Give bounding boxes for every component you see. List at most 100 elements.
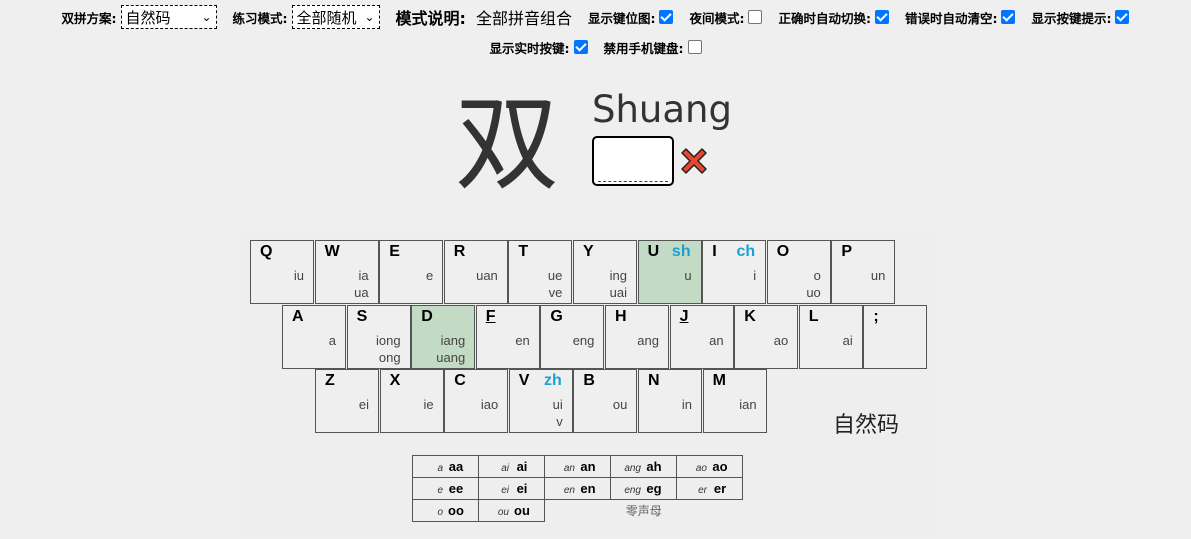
- zero-initial-keys: ei: [516, 481, 528, 496]
- key-finals: ai: [843, 332, 853, 349]
- key-finals: iao: [481, 396, 498, 413]
- key-final: uo: [806, 285, 821, 300]
- key-final: an: [709, 333, 724, 348]
- key-final: o: [813, 268, 821, 283]
- zero-initial-final: o: [437, 507, 443, 518]
- setting-label: 显示键位图:: [587, 10, 656, 26]
- key-finals: eng: [573, 332, 595, 349]
- key-letter: Q: [260, 243, 273, 260]
- key-letter: F: [485, 308, 496, 325]
- chevron-down-icon: ⌄: [201, 10, 212, 24]
- key-final: e: [425, 268, 434, 283]
- practice-mode-option: 练习模式: 全部随机 ⌄: [233, 5, 380, 29]
- setting-checkbox[interactable]: [687, 40, 702, 54]
- key-letter: T: [518, 243, 529, 260]
- key-letter: A: [292, 308, 304, 325]
- zero-initial-final: en: [563, 485, 575, 496]
- zero-initial-row: e ee ei ei en en eng eg er er: [412, 477, 743, 500]
- zero-initial-keys: ee: [448, 481, 464, 496]
- setting-checkbox[interactable]: [1001, 10, 1016, 24]
- zero-initial-final: ei: [501, 485, 509, 496]
- settings-panel: 双拼方案: 自然码 ⌄ 练习模式: 全部随机 ⌄ 模式说明: 全部拼音组合 显示…: [0, 0, 1191, 60]
- keyboard-scheme-name: 自然码: [833, 413, 900, 438]
- setting-checkbox[interactable]: [1115, 10, 1130, 24]
- key-letter: Y: [583, 243, 594, 260]
- chevron-down-icon: ⌄: [364, 10, 375, 24]
- mode-description: 模式说明: 全部拼音组合: [396, 5, 572, 29]
- setting-option: 显示按键提示:: [1031, 8, 1130, 27]
- zero-initial-label: 零声母: [625, 504, 662, 519]
- setting-label: 夜间模式:: [689, 10, 745, 26]
- key-letter: S: [356, 308, 368, 325]
- key-c: Ciao: [444, 369, 509, 433]
- key-q: Qiu: [250, 240, 314, 304]
- key-semicolon: ;: [863, 305, 928, 369]
- setting-option: 错误时自动清空:: [905, 8, 1016, 27]
- zero-initial-cell: a aa: [412, 455, 479, 478]
- key-finals: uan: [476, 267, 498, 284]
- answer-input[interactable]: [592, 136, 674, 186]
- zero-initial-final: e: [437, 485, 443, 496]
- key-r: Ruan: [443, 240, 508, 304]
- setting-option: 夜间模式:: [689, 8, 763, 27]
- setting-checkbox[interactable]: [874, 10, 889, 24]
- key-shengmu: zh: [544, 372, 562, 389]
- practice-mode-select-value: 全部随机: [296, 8, 357, 27]
- key-finals: a: [329, 332, 336, 349]
- key-final: ue: [547, 268, 563, 283]
- key-p: Pun: [831, 240, 896, 304]
- zero-initial-final: an: [563, 463, 575, 474]
- setting-checkbox[interactable]: [748, 10, 763, 24]
- key-letter: R: [453, 243, 466, 260]
- key-a: Aa: [282, 305, 346, 369]
- key-m: Mian: [702, 369, 767, 433]
- key-final: iu: [293, 268, 304, 283]
- key-letter: H: [615, 308, 627, 325]
- settings-row-1: 双拼方案: 自然码 ⌄ 练习模式: 全部随机 ⌄ 模式说明: 全部拼音组合 显示…: [0, 0, 1191, 34]
- scheme-option: 双拼方案: 自然码 ⌄: [62, 5, 217, 29]
- key-final: in: [681, 397, 692, 412]
- key-h: Hang: [605, 305, 669, 369]
- zero-initial-cell: ou ou: [478, 499, 545, 522]
- scheme-select-value: 自然码: [125, 8, 171, 27]
- key-final: ia: [358, 268, 369, 283]
- key-finals: ei: [359, 396, 369, 413]
- key-final: ing: [609, 268, 627, 283]
- key-finals: iang uang: [436, 332, 465, 366]
- setting-option: 显示键位图:: [588, 8, 674, 27]
- key-k: Kao: [734, 305, 799, 369]
- zero-initial-keys: an: [580, 459, 596, 474]
- zero-initial-keys: eg: [646, 481, 662, 496]
- zero-initial-keys: ou: [514, 503, 530, 518]
- scheme-select[interactable]: 自然码 ⌄: [120, 5, 217, 29]
- key-final: i: [753, 268, 757, 283]
- key-letter: L: [808, 308, 819, 325]
- key-final: ian: [739, 397, 757, 412]
- key-e: Ee: [379, 240, 444, 304]
- target-pinyin: Shuang: [592, 88, 732, 131]
- key-finals: ing uai: [610, 267, 627, 301]
- key-n: Nin: [638, 369, 702, 433]
- key-letter: X: [389, 372, 401, 389]
- setting-checkbox[interactable]: [573, 40, 588, 54]
- zero-initial-final: ao: [695, 463, 707, 474]
- key-final: u: [684, 268, 692, 283]
- key-final: v: [556, 414, 563, 429]
- zero-initial-table: a aa ai ai an an ang ah ao ao e ee ei ei en en eng eg er er…: [412, 455, 743, 522]
- zero-initial-keys: oo: [448, 503, 464, 518]
- key-final: ve: [548, 285, 563, 300]
- key-final: iong: [376, 333, 401, 348]
- key-letter: G: [550, 308, 563, 325]
- key-final: ua: [354, 285, 369, 300]
- setting-checkbox[interactable]: [659, 10, 674, 24]
- setting-label: 显示按键提示:: [1031, 10, 1112, 26]
- zero-initial-keys: ah: [646, 459, 662, 474]
- zero-initial-cell: ang ah: [610, 455, 677, 478]
- key-letter: N: [648, 372, 660, 389]
- practice-mode-select[interactable]: 全部随机 ⌄: [291, 5, 380, 29]
- setting-label: 错误时自动清空:: [904, 10, 998, 26]
- key-finals: i: [753, 267, 756, 284]
- key-x: Xie: [379, 369, 444, 433]
- key-final: uan: [476, 268, 498, 283]
- zero-initial-row: o oo ou ou 零声母: [412, 499, 743, 522]
